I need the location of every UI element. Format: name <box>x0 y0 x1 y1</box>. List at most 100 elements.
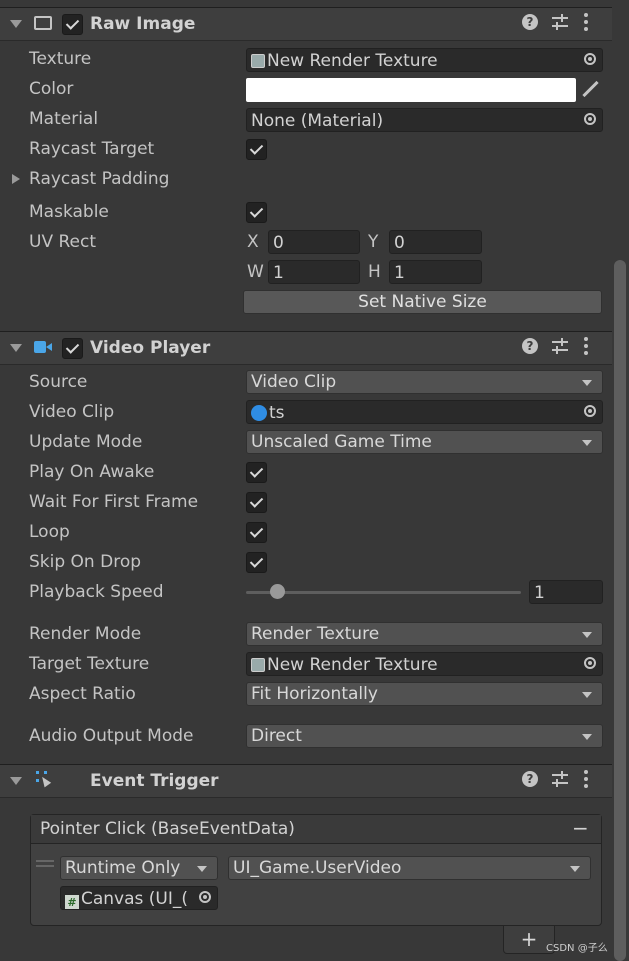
more-options-icon[interactable] <box>584 770 588 788</box>
uv-w-field[interactable]: 1 <box>268 260 360 284</box>
wait-first-frame-checkbox[interactable] <box>246 492 267 513</box>
playback-speed-track[interactable] <box>246 591 521 594</box>
video-clip-icon <box>251 405 267 421</box>
material-field[interactable]: None (Material) <box>246 108 603 132</box>
color-label: Color <box>29 79 74 99</box>
raycast-target-label: Raycast Target <box>29 139 155 159</box>
texture-field[interactable]: New Render Texture <box>246 48 603 72</box>
script-icon: # <box>65 895 79 909</box>
preset-icon[interactable] <box>552 14 568 30</box>
runtime-dropdown[interactable]: Runtime Only <box>60 856 218 880</box>
set-native-size-button[interactable]: Set Native Size <box>243 290 602 314</box>
help-icon[interactable]: ? <box>522 338 538 354</box>
runtime-value: Runtime Only <box>65 858 181 878</box>
play-on-awake-checkbox[interactable] <box>246 462 267 483</box>
chevron-down-icon <box>582 440 592 446</box>
eyedropper-icon[interactable] <box>580 80 600 100</box>
chevron-down-icon <box>582 734 592 740</box>
fold-arrow-icon[interactable] <box>10 20 22 28</box>
source-dropdown[interactable]: Video Clip <box>246 370 603 394</box>
source-label: Source <box>29 372 88 392</box>
video-camera-icon <box>34 341 52 353</box>
help-icon[interactable]: ? <box>522 771 538 787</box>
update-mode-value: Unscaled Game Time <box>251 432 432 452</box>
video-player-enabled-checkbox[interactable] <box>62 338 83 359</box>
video-player-header[interactable]: Video Player ? <box>0 331 612 365</box>
render-mode-label: Render Mode <box>29 624 142 644</box>
skip-on-drop-checkbox[interactable] <box>246 552 267 573</box>
preset-icon[interactable] <box>552 771 568 787</box>
raycast-padding-label[interactable]: Raycast Padding <box>29 169 169 189</box>
maskable-checkbox[interactable] <box>246 202 267 223</box>
aspect-ratio-dropdown[interactable]: Fit Horizontally <box>246 682 603 706</box>
video-clip-field[interactable]: ts <box>246 400 603 424</box>
expand-arrow-icon[interactable] <box>12 174 20 184</box>
w-label: W <box>247 262 264 282</box>
object-picker-icon[interactable] <box>199 891 211 903</box>
aspect-ratio-value: Fit Horizontally <box>251 684 378 704</box>
remove-event-button[interactable]: − <box>572 816 589 840</box>
event-entry-title: Pointer Click (BaseEventData) <box>40 819 295 839</box>
target-object-value: Canvas (UI_( <box>81 889 189 909</box>
chevron-down-icon <box>582 692 592 698</box>
maskable-label: Maskable <box>29 202 109 222</box>
wait-first-frame-label: Wait For First Frame <box>29 492 199 512</box>
target-texture-label: Target Texture <box>29 654 150 674</box>
color-swatch[interactable] <box>246 78 576 102</box>
material-value: None (Material) <box>251 111 384 131</box>
h-label: H <box>368 262 381 282</box>
uv-y-field[interactable]: 0 <box>389 230 482 254</box>
uv-rect-label: UV Rect <box>29 232 96 252</box>
raw-image-header[interactable]: Raw Image ? <box>0 7 612 41</box>
video-clip-value: ts <box>269 403 285 423</box>
target-texture-field[interactable]: New Render Texture <box>246 652 603 676</box>
loop-checkbox[interactable] <box>246 522 267 543</box>
function-value: UI_Game.UserVideo <box>233 858 402 878</box>
loop-label: Loop <box>29 522 70 542</box>
function-dropdown[interactable]: UI_Game.UserVideo <box>228 856 591 880</box>
audio-output-label: Audio Output Mode <box>29 726 194 746</box>
image-component-icon <box>34 16 52 30</box>
component-title: Event Trigger <box>90 771 219 791</box>
material-label: Material <box>29 109 99 129</box>
watermark: CSDN @子么 <box>546 943 608 954</box>
target-texture-value: New Render Texture <box>267 655 438 675</box>
chevron-down-icon <box>582 632 592 638</box>
target-object-field[interactable]: # Canvas (UI_( <box>60 886 218 910</box>
audio-output-dropdown[interactable]: Direct <box>246 724 603 748</box>
render-mode-value: Render Texture <box>251 624 380 644</box>
drag-handle-icon[interactable] <box>36 860 54 870</box>
playback-speed-field[interactable]: 1 <box>529 580 603 604</box>
raycast-target-checkbox[interactable] <box>246 139 267 160</box>
raw-image-enabled-checkbox[interactable] <box>62 14 83 35</box>
render-mode-dropdown[interactable]: Render Texture <box>246 622 603 646</box>
fold-arrow-icon[interactable] <box>10 777 22 785</box>
y-label: Y <box>368 232 379 252</box>
source-value: Video Clip <box>251 372 337 392</box>
playback-speed-slider-handle[interactable] <box>270 584 285 599</box>
uv-h-field[interactable]: 1 <box>389 260 482 284</box>
event-trigger-icon <box>36 771 52 788</box>
chevron-down-icon <box>197 866 207 872</box>
update-mode-dropdown[interactable]: Unscaled Game Time <box>246 430 603 454</box>
texture-value: New Render Texture <box>267 51 438 71</box>
preset-icon[interactable] <box>552 338 568 354</box>
inspector-scrollbar[interactable] <box>614 260 626 961</box>
uv-x-field[interactable]: 0 <box>268 230 360 254</box>
object-picker-icon[interactable] <box>584 53 596 65</box>
update-mode-label: Update Mode <box>29 432 143 452</box>
event-trigger-header[interactable]: Event Trigger ? <box>0 764 612 798</box>
x-label: X <box>247 232 259 252</box>
fold-arrow-icon[interactable] <box>10 344 22 352</box>
object-picker-icon[interactable] <box>584 657 596 669</box>
chevron-down-icon <box>582 380 592 386</box>
more-options-icon[interactable] <box>584 337 588 355</box>
help-icon[interactable]: ? <box>522 14 538 30</box>
object-picker-icon[interactable] <box>584 113 596 125</box>
more-options-icon[interactable] <box>584 13 588 31</box>
chevron-down-icon <box>570 866 580 872</box>
object-picker-icon[interactable] <box>584 405 596 417</box>
playback-speed-label: Playback Speed <box>29 582 164 602</box>
component-title: Video Player <box>90 338 211 358</box>
skip-on-drop-label: Skip On Drop <box>29 552 142 572</box>
